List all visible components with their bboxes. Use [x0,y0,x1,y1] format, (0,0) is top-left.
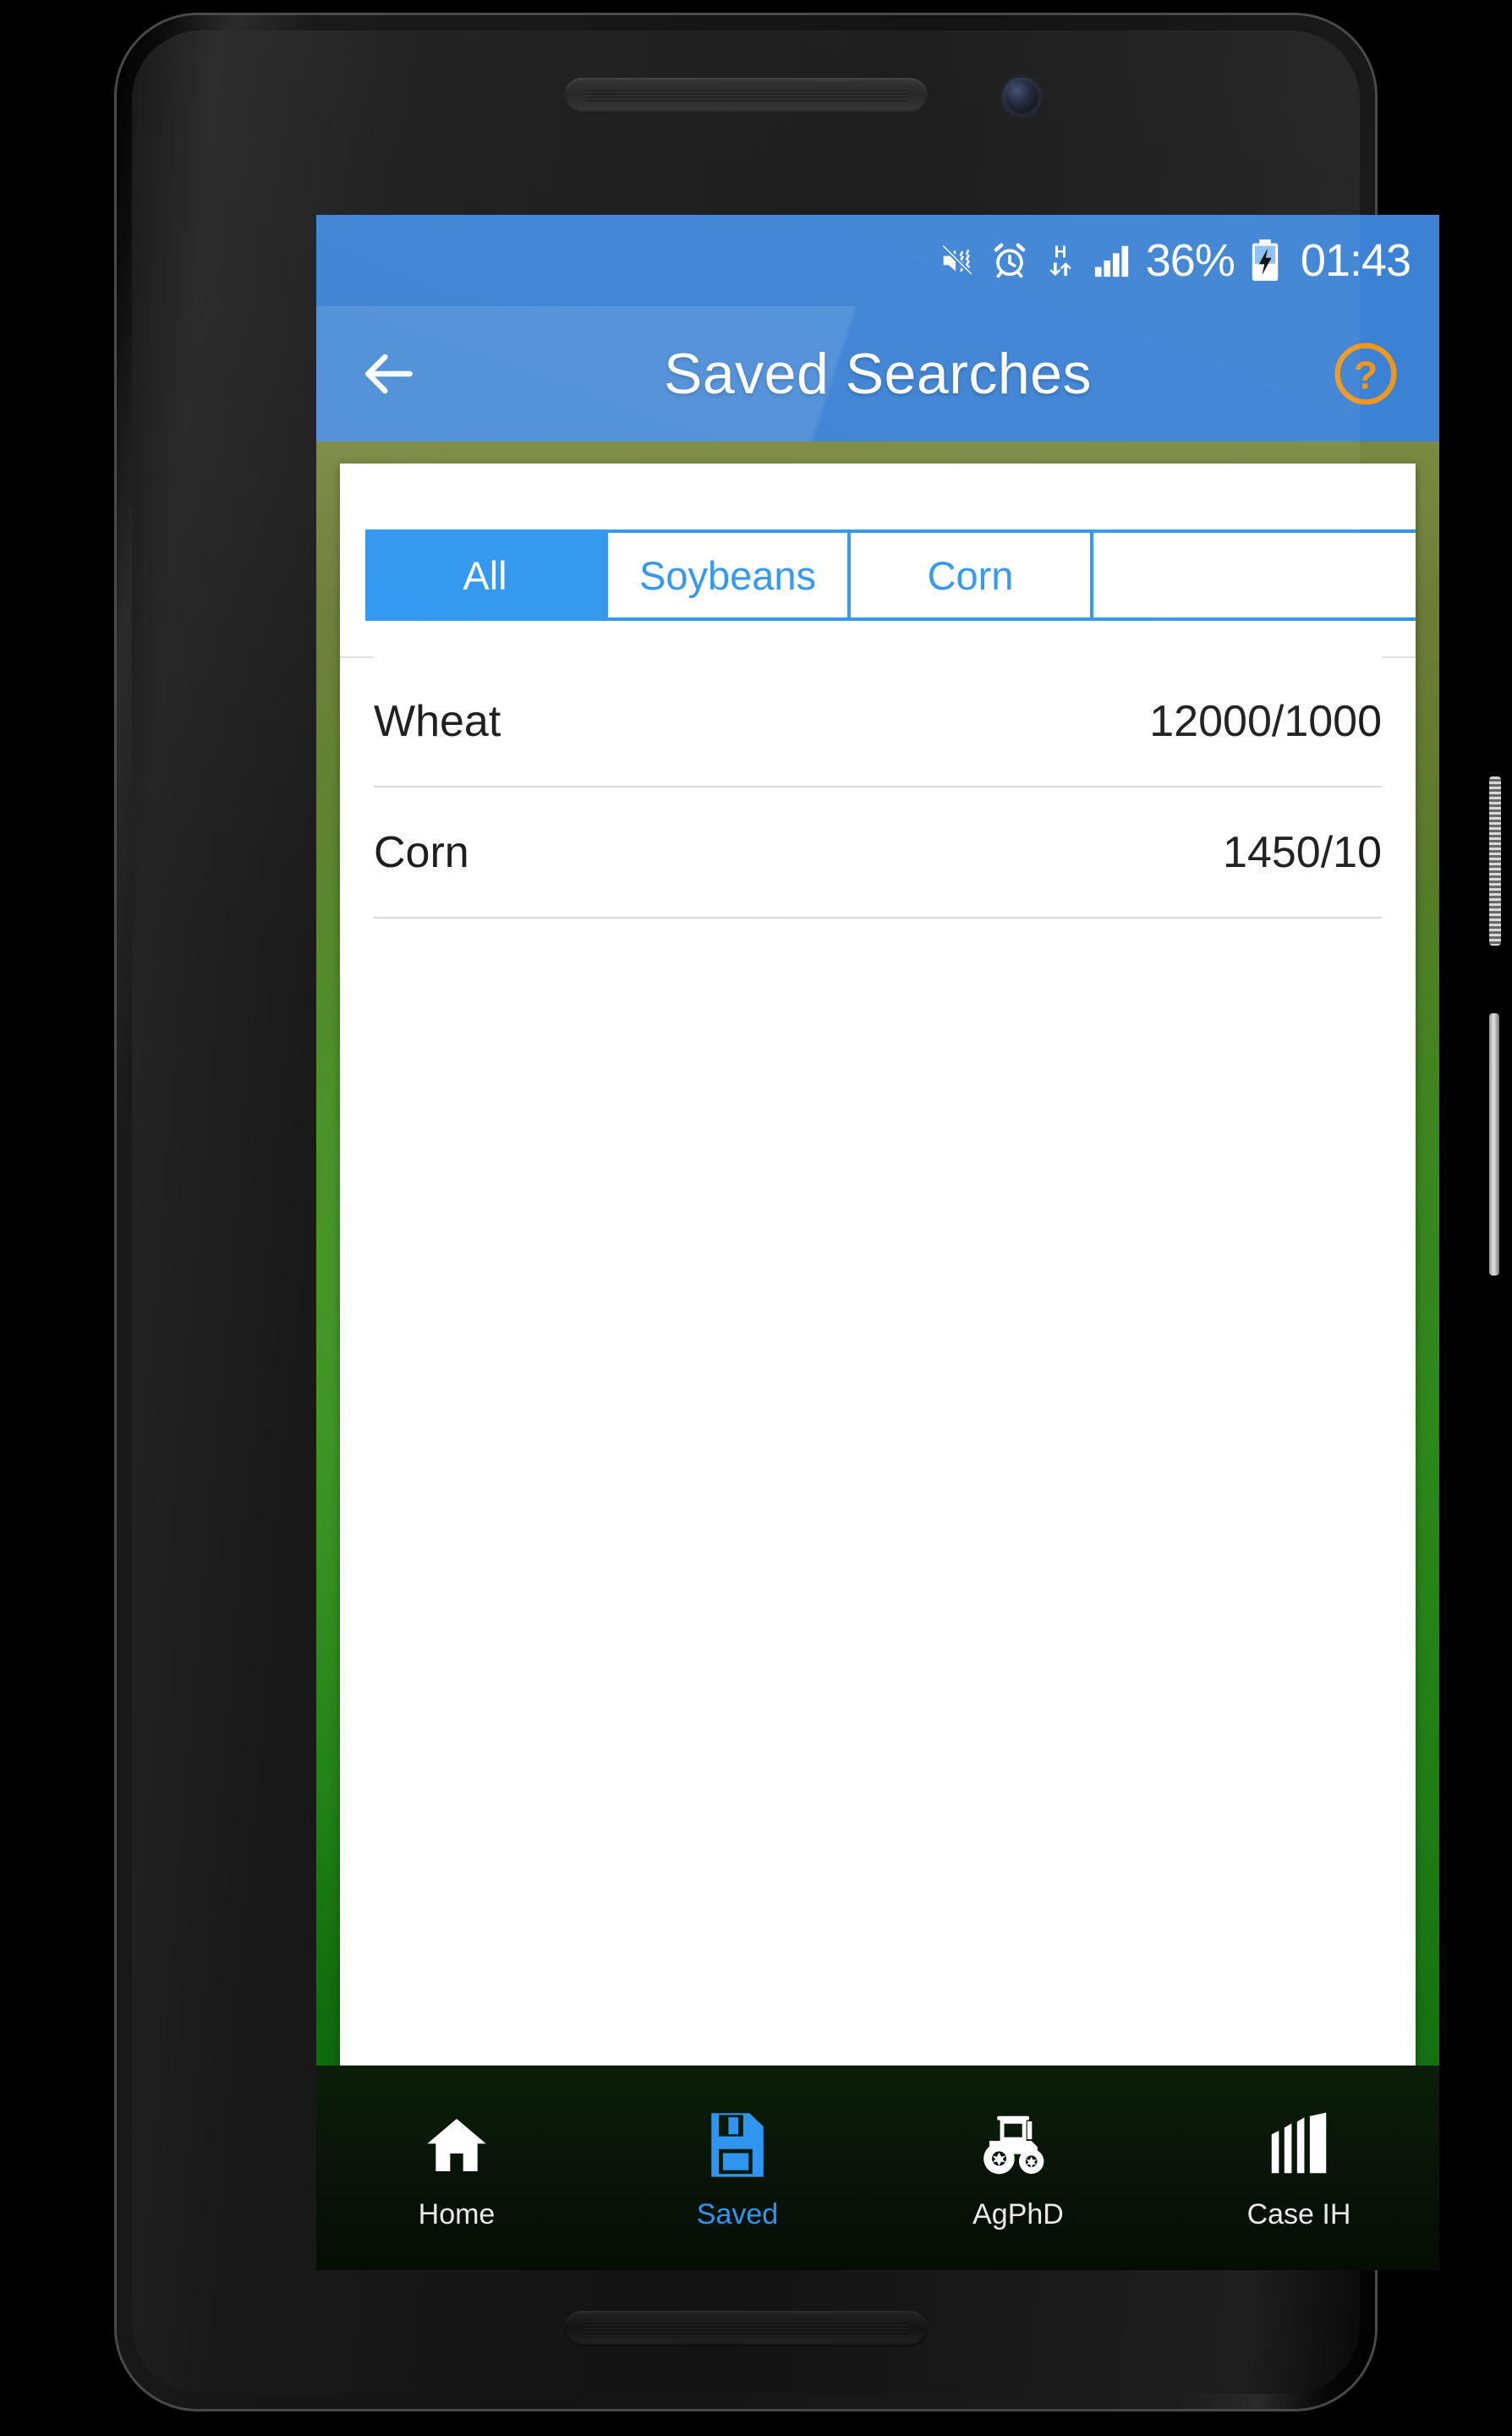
hspa-letter: H [1055,244,1067,262]
signal-bars-icon [1092,241,1132,280]
nav-item-case-ih[interactable]: Case IH [1159,2105,1439,2231]
tab-label: All [463,552,507,598]
help-button[interactable]: ? [1329,337,1402,410]
power-button[interactable] [1489,776,1501,946]
saved-searches-list: Wheat 12000/1000 Corn 1450/10 [340,656,1416,919]
status-bar: H 36% 01:43 [316,215,1439,306]
nav-label: Home [418,2197,496,2230]
tab-corn[interactable]: Corn [851,533,1093,617]
tab-label: Corn [927,552,1014,598]
mute-vibrate-icon [938,241,977,280]
row-value: 12000/1000 [1149,696,1382,746]
nav-item-home[interactable]: Home [316,2105,597,2231]
tab-soybeans[interactable]: Soybeans [608,533,851,617]
tab-bar: All Soybeans Corn [365,529,1416,621]
app-bar: Saved Searches ? [316,306,1439,442]
table-row[interactable]: Corn 1450/10 [374,787,1382,919]
tab-label: Soybeans [638,552,817,598]
svg-text:?: ? [1354,354,1378,398]
saved-searches-card: All Soybeans Corn Wheat 12000/1000 Corn … [340,464,1416,2230]
bottom-speaker-icon [564,2311,928,2346]
bottom-navigation-bar: Home Saved AgPhD Case IH [316,2066,1439,2270]
tab-partial-offscreen[interactable] [1093,533,1195,617]
row-name: Corn [374,827,469,877]
volume-button[interactable] [1489,1013,1499,1276]
status-clock: 01:43 [1300,235,1411,286]
nav-item-agphd[interactable]: AgPhD [878,2105,1159,2231]
back-arrow-icon [365,354,413,394]
floppy-disk-icon [706,2105,769,2180]
front-camera-icon [1003,78,1040,115]
case-ih-logo-icon [1263,2105,1335,2180]
row-name: Wheat [374,696,501,746]
content-area: All Soybeans Corn Wheat 12000/1000 Corn … [316,442,1439,2270]
hspa-data-icon: H [1043,241,1078,280]
phone-bezel: H 36% 01:43 Saved Searches ? All Soybean… [132,30,1439,2394]
nav-item-saved[interactable]: Saved [597,2105,878,2231]
battery-percent-label: 36% [1145,235,1235,286]
earpiece-speaker-icon [564,78,928,113]
battery-charging-icon [1248,239,1282,283]
nav-label: AgPhD [972,2197,1064,2230]
phone-screen: H 36% 01:43 Saved Searches ? All Soybean… [316,215,1439,2270]
row-value: 1450/10 [1223,827,1382,877]
tractor-icon [977,2105,1060,2180]
nav-label: Saved [696,2197,779,2230]
home-icon [421,2105,492,2180]
nav-label: Case IH [1246,2197,1351,2230]
tab-all[interactable]: All [365,533,608,617]
back-button[interactable] [350,335,428,413]
help-question-icon: ? [1334,343,1397,405]
table-row[interactable]: Wheat 12000/1000 [374,656,1382,787]
phone-device: H 36% 01:43 Saved Searches ? All Soybean… [117,15,1501,2409]
alarm-icon [990,241,1029,280]
page-title: Saved Searches [664,342,1092,406]
